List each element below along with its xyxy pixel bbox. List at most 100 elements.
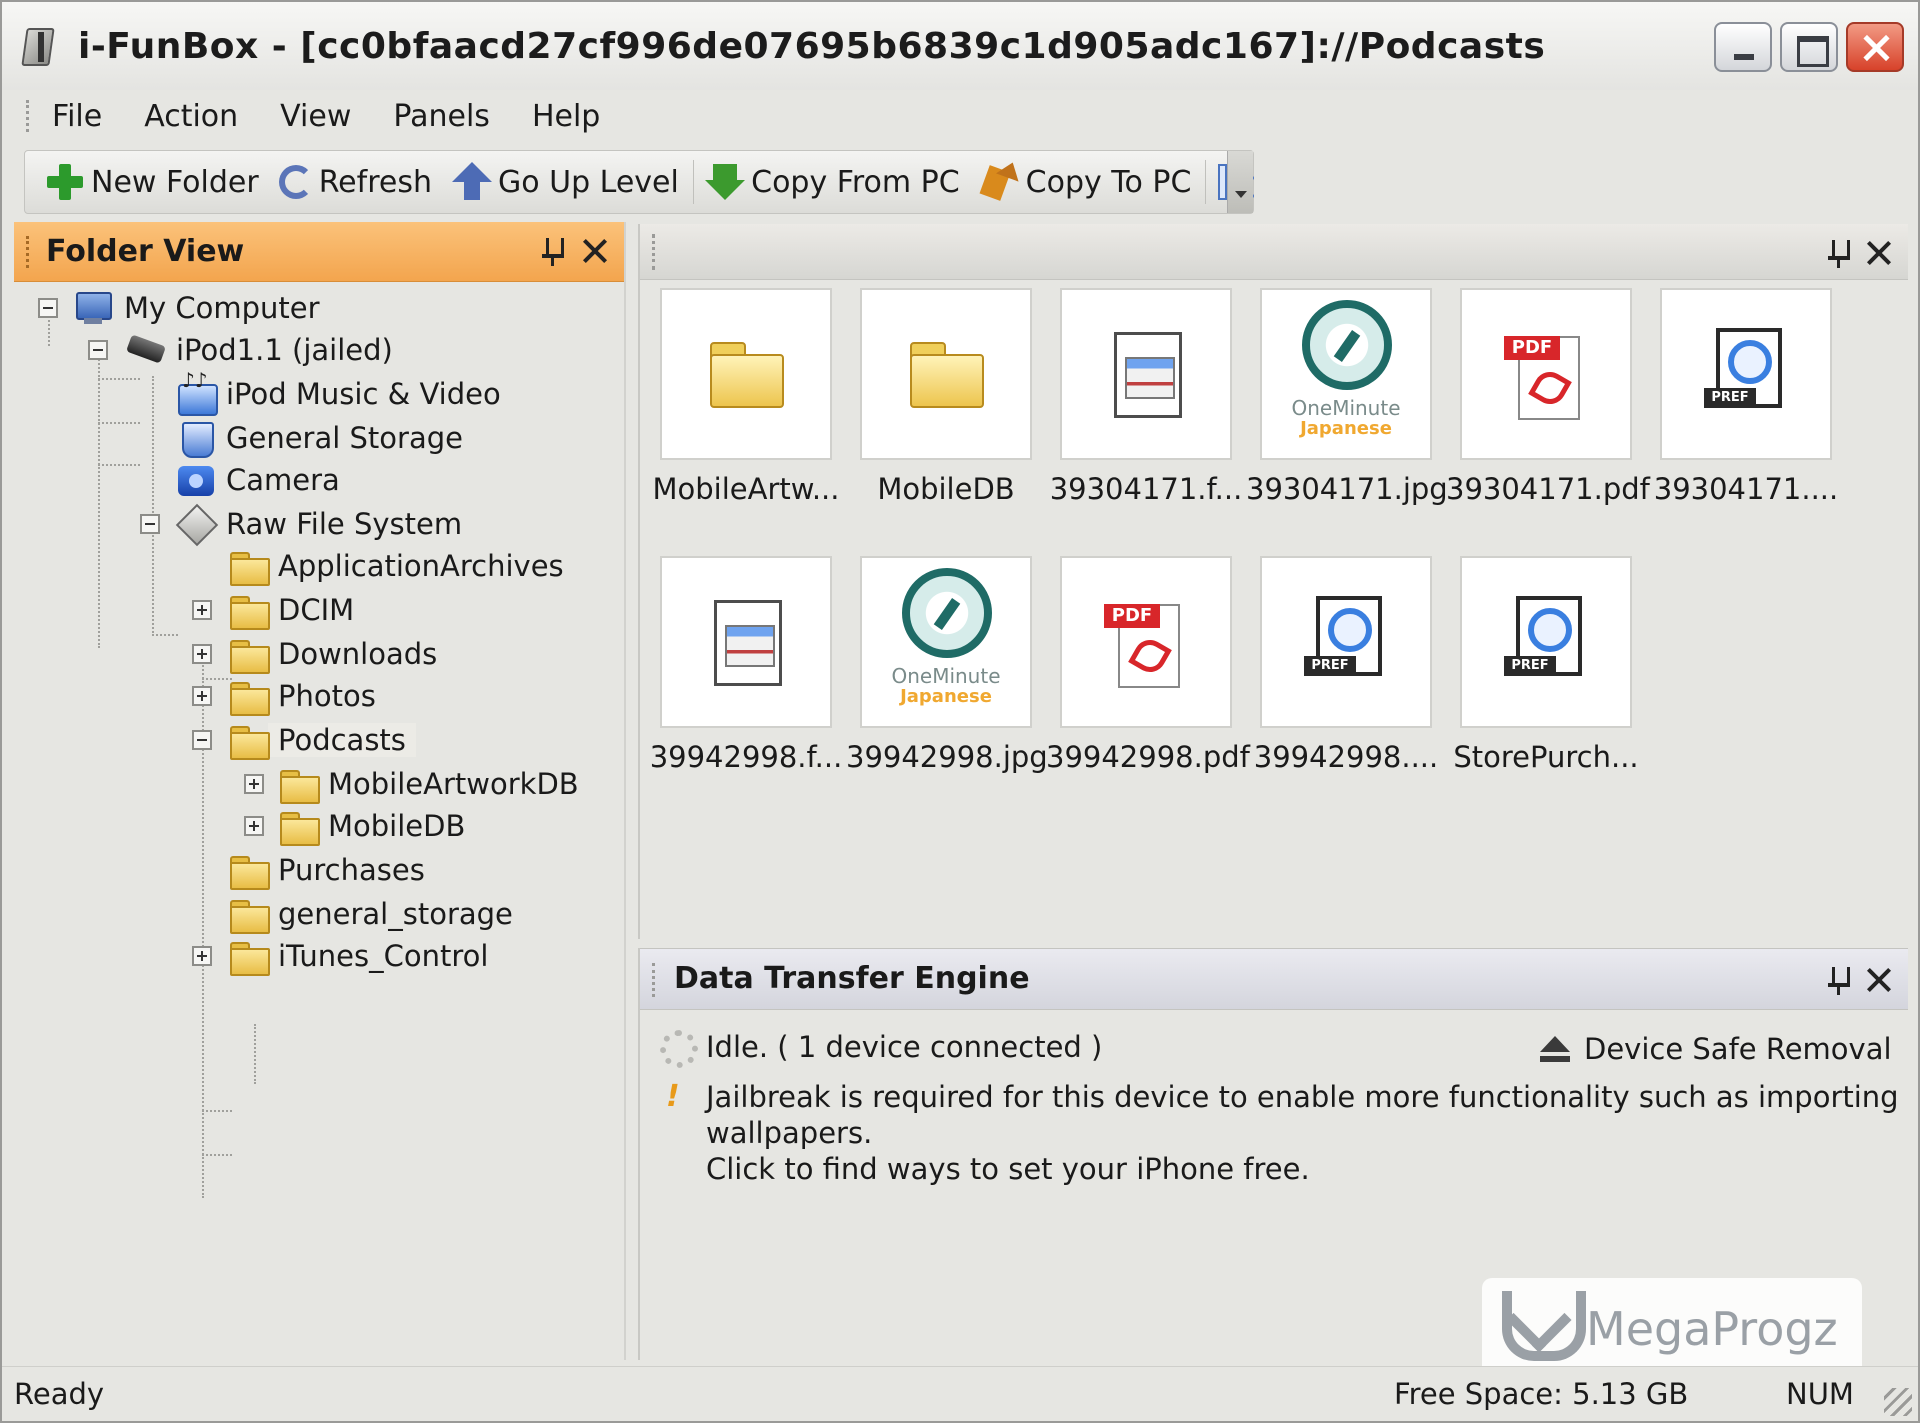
file-tile[interactable]: OneMinute Japanese bbox=[860, 556, 1032, 728]
tree-item-general-storage-folder[interactable]: general_storage bbox=[228, 894, 513, 934]
folder-icon bbox=[278, 808, 320, 846]
status-free-space: Free Space: 5.13 GB bbox=[1394, 1377, 1689, 1411]
file-name: MobileDB bbox=[877, 472, 1015, 506]
menu-help[interactable]: Help bbox=[532, 99, 600, 134]
ifunbox-app-icon[interactable] bbox=[20, 22, 64, 70]
tree-item-mobileartworkdb[interactable]: MobileArtworkDB bbox=[278, 764, 579, 804]
title-bar[interactable]: i-FunBox - [cc0bfaacd27cf996de07695b6839… bbox=[2, 2, 1918, 90]
file-tile[interactable]: OneMinute Japanese bbox=[1260, 288, 1432, 460]
file-name: 39942998.f... bbox=[649, 740, 843, 774]
tree-item-label: Purchases bbox=[278, 853, 425, 887]
folder-view-header: Folder View bbox=[14, 222, 624, 282]
panel-grip[interactable] bbox=[26, 236, 30, 268]
eject-icon bbox=[1540, 1036, 1570, 1064]
expand-toggle[interactable] bbox=[244, 816, 264, 836]
close-button[interactable] bbox=[1846, 22, 1904, 72]
file-tile[interactable]: PREF bbox=[1660, 288, 1832, 460]
refresh-button[interactable]: Refresh bbox=[278, 165, 432, 200]
orange-arrow-icon bbox=[980, 162, 1020, 202]
jailbreak-message-line: wallpapers. bbox=[706, 1116, 873, 1150]
status-bar: Ready Free Space: 5.13 GB NUM bbox=[2, 1366, 1918, 1421]
copy-to-pc-label: Copy To PC bbox=[1025, 164, 1192, 200]
tree-item-itunes-control[interactable]: iTunes_Control bbox=[228, 936, 488, 976]
file-tile[interactable]: PREF bbox=[1460, 556, 1632, 728]
tree-item-label: My Computer bbox=[124, 291, 320, 325]
tree-item-applicationarchives[interactable]: ApplicationArchives bbox=[228, 546, 564, 586]
tree-item-downloads[interactable]: Downloads bbox=[228, 634, 437, 674]
maximize-button[interactable] bbox=[1780, 22, 1838, 72]
file-tile[interactable]: PDF bbox=[1060, 556, 1232, 728]
transfer-status: Idle. ( 1 device connected ) bbox=[706, 1030, 1103, 1064]
pref-tag: PREF bbox=[1704, 388, 1756, 408]
collapse-toggle[interactable] bbox=[140, 514, 160, 534]
tree-item-podcasts[interactable]: Podcasts bbox=[228, 720, 416, 760]
tree-item-my-computer[interactable]: My Computer bbox=[74, 288, 320, 328]
tree-item-ipod[interactable]: iPod1.1 (jailed) bbox=[126, 330, 393, 370]
tree-item-purchases[interactable]: Purchases bbox=[228, 850, 425, 890]
tree-item-general-storage[interactable]: General Storage bbox=[176, 418, 463, 458]
pref-tag: PREF bbox=[1504, 656, 1556, 676]
go-up-level-label: Go Up Level bbox=[497, 164, 679, 200]
close-panel-icon[interactable] bbox=[1866, 240, 1892, 266]
green-plus-icon bbox=[45, 162, 85, 202]
tree-item-photos[interactable]: Photos bbox=[228, 676, 376, 716]
collapse-toggle[interactable] bbox=[38, 298, 58, 318]
tree-item-mobiledb[interactable]: MobileDB bbox=[278, 806, 465, 846]
expand-toggle[interactable] bbox=[192, 686, 212, 706]
panel-grip[interactable] bbox=[652, 234, 656, 270]
tree-item-dcim[interactable]: DCIM bbox=[228, 590, 354, 630]
pin-icon[interactable] bbox=[542, 236, 564, 266]
expand-toggle[interactable] bbox=[192, 644, 212, 664]
tree-item-label: Raw File System bbox=[226, 507, 463, 541]
file-tile[interactable] bbox=[660, 288, 832, 460]
resize-grip-icon[interactable] bbox=[1884, 1388, 1912, 1416]
file-browser-header bbox=[640, 224, 1908, 280]
new-folder-button[interactable]: New Folder bbox=[45, 162, 259, 202]
file-tile[interactable] bbox=[1060, 288, 1232, 460]
file-name: 39304171.jpg bbox=[1246, 472, 1448, 506]
collapse-toggle[interactable] bbox=[192, 730, 212, 750]
menu-panels[interactable]: Panels bbox=[393, 99, 490, 134]
menu-file[interactable]: File bbox=[52, 99, 102, 134]
go-up-level-button[interactable]: Go Up Level bbox=[451, 162, 679, 202]
expand-toggle[interactable] bbox=[192, 600, 212, 620]
file-tile[interactable]: PDF bbox=[1460, 288, 1632, 460]
storage-icon bbox=[176, 420, 216, 458]
file-tile[interactable] bbox=[860, 288, 1032, 460]
jailbreak-message-line: Jailbreak is required for this device to… bbox=[706, 1080, 1899, 1114]
tree-item-ipod-music-video[interactable]: iPod Music & Video bbox=[176, 368, 501, 416]
copy-to-pc-button[interactable]: Copy To PC bbox=[980, 162, 1192, 202]
file-name: 39304171.f... bbox=[1049, 472, 1243, 506]
panel-grip[interactable] bbox=[652, 963, 656, 997]
view-mode-icon[interactable] bbox=[1217, 164, 1255, 200]
file-name: 39304171.pdf bbox=[1446, 472, 1650, 506]
file-tile[interactable]: PREF bbox=[1260, 556, 1432, 728]
menu-view[interactable]: View bbox=[280, 99, 351, 134]
collapse-toggle[interactable] bbox=[88, 340, 108, 360]
close-panel-icon[interactable] bbox=[1866, 967, 1892, 993]
watermark: MegaProgz bbox=[1482, 1278, 1862, 1380]
pdf-icon: PDF bbox=[1104, 596, 1192, 692]
device-safe-removal-button[interactable]: Device Safe Removal bbox=[1540, 1028, 1900, 1072]
pin-icon[interactable] bbox=[1828, 238, 1850, 268]
menu-action[interactable]: Action bbox=[144, 99, 238, 134]
toolbar-overflow-button[interactable] bbox=[1227, 151, 1253, 213]
jailbreak-message-link[interactable]: Jailbreak is required for this device to… bbox=[706, 1078, 1899, 1190]
folder-icon bbox=[908, 342, 984, 408]
file-name: MobileArtw... bbox=[652, 472, 840, 506]
pin-icon[interactable] bbox=[1828, 965, 1850, 995]
close-panel-icon[interactable] bbox=[582, 238, 608, 264]
tree-item-raw-file-system[interactable]: Raw File System bbox=[176, 504, 462, 544]
file-tile[interactable] bbox=[660, 556, 832, 728]
camera-icon bbox=[176, 462, 216, 498]
expand-toggle[interactable] bbox=[244, 774, 264, 794]
expand-toggle[interactable] bbox=[192, 946, 212, 966]
copy-from-pc-button[interactable]: Copy From PC bbox=[705, 162, 960, 202]
tree-item-camera[interactable]: Camera bbox=[176, 460, 340, 500]
menu-grip[interactable] bbox=[26, 100, 30, 132]
artwork-text: OneMinute bbox=[891, 664, 1001, 688]
green-down-arrow-icon bbox=[705, 162, 746, 202]
up-arrow-icon bbox=[451, 162, 492, 202]
quicktime-pref-icon: PREF bbox=[1302, 592, 1394, 688]
minimize-button[interactable] bbox=[1714, 22, 1772, 72]
